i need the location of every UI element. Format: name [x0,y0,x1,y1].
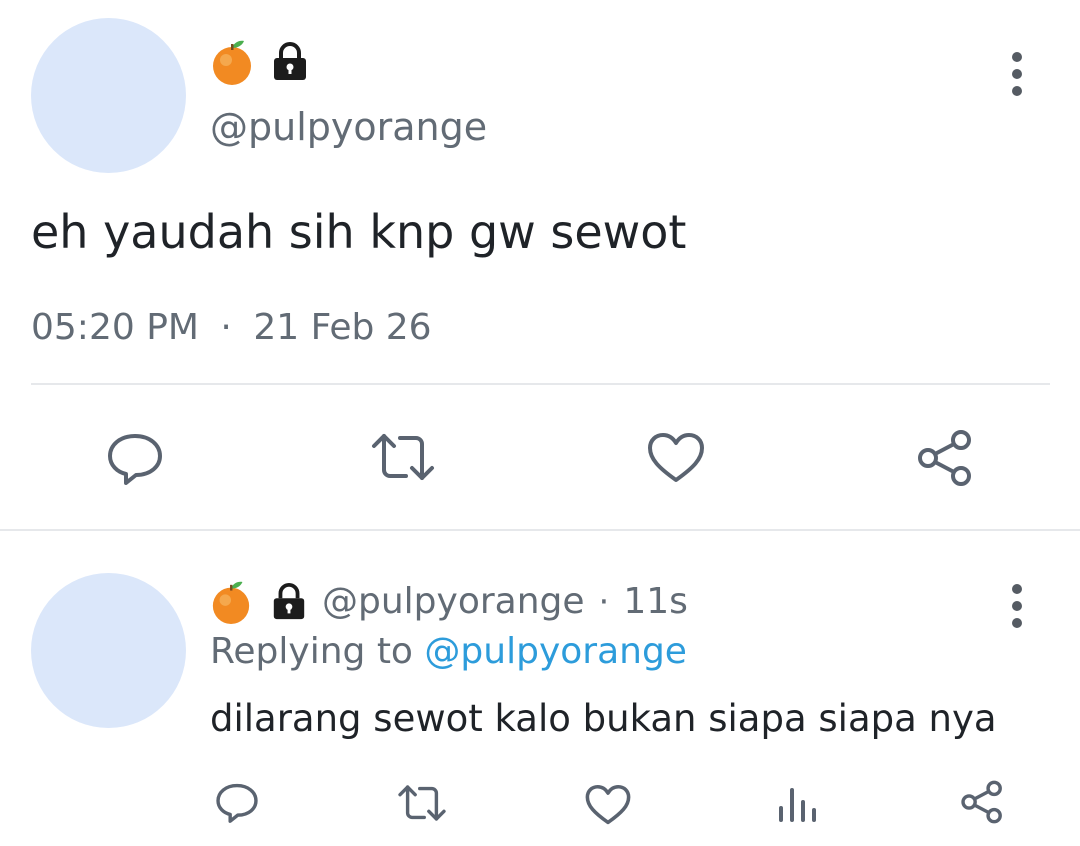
share-icon [961,780,1002,824]
reply-retweet-button[interactable] [397,784,447,822]
divider [31,383,1050,385]
replying-to-label: Replying to [210,631,413,672]
more-options-button[interactable] [1011,52,1023,96]
share-icon [918,430,971,486]
separator: · [598,582,610,622]
reply-icon [108,434,162,485]
section-divider [0,529,1080,531]
tweet-timestamp: 05:20 PM · 21 Feb 26 [31,306,432,350]
tweet-date: 21 Feb 26 [253,307,432,348]
lock-icon [270,583,308,621]
retweet-button[interactable] [370,432,436,482]
share-button[interactable] [916,429,974,487]
retweet-icon [372,434,434,480]
orange-emoji-icon [210,38,254,86]
orange-emoji-icon [210,579,252,625]
reply-avatar[interactable] [31,573,186,728]
reply-handle[interactable]: @pulpyorange [322,580,585,624]
like-icon [648,433,704,482]
replying-to-handle-link[interactable]: @pulpyorange [424,631,687,672]
reply-age: 11s [623,581,688,622]
stats-icon [779,788,816,822]
avatar[interactable] [31,18,186,173]
like-button[interactable] [647,432,705,484]
reply-text: dilarang sewot kalo bukan siapa siapa ny… [210,697,997,740]
replying-to: Replying to @pulpyorange [210,630,687,674]
reply-like-button[interactable] [585,784,631,826]
user-badges [210,38,310,86]
reply-share-button[interactable] [960,780,1004,824]
lock-icon [270,42,310,82]
retweet-icon [398,785,446,821]
reply-header: @pulpyorange · 11s [210,578,688,626]
reply-more-options-button[interactable] [1011,584,1023,628]
like-icon [585,784,631,825]
reply-icon [216,783,258,823]
tweet-text: eh yaudah sih knp gw sewot [31,205,687,259]
reply-stats-button[interactable] [777,786,817,822]
reply-button[interactable] [106,432,164,486]
reply-reply-button[interactable] [215,782,259,824]
tweet-time: 05:20 PM [31,307,199,348]
user-handle[interactable]: @pulpyorange [210,104,487,150]
separator: · [220,307,232,348]
